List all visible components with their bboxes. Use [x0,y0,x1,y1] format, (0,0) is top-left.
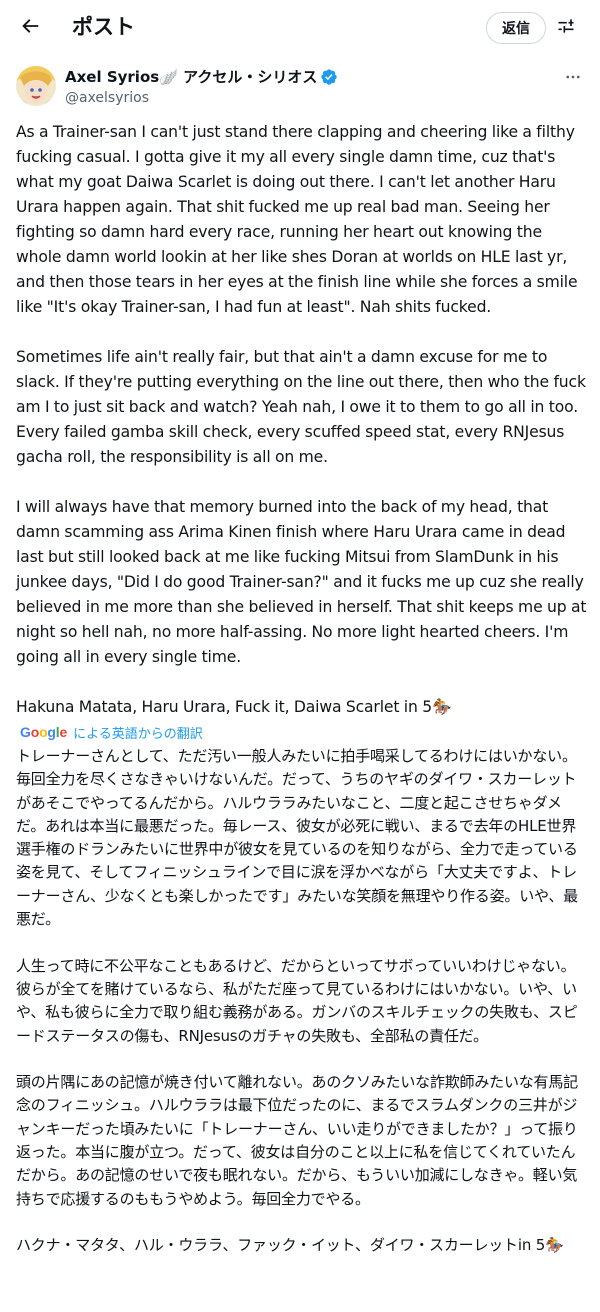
translated-by-label[interactable]: による英語からの翻訳 [73,723,203,742]
author-display-name[interactable]: Axel Syrios🪽 アクセル・シリオス [65,67,338,87]
settings-button[interactable] [552,14,580,42]
google-logo: Google [20,724,68,740]
more-button[interactable] [556,62,590,96]
translation-attribution[interactable]: Google による英語からの翻訳 [20,722,203,742]
reply-button[interactable]: 返信 [486,12,546,44]
sliders-icon [556,16,576,40]
post-author: Axel Syrios🪽 アクセル・シリオス @axelsyrios [0,60,600,116]
post-text: As a Trainer-san I can't just stand ther… [16,123,587,716]
back-button[interactable] [12,10,48,46]
author-name-text: Axel Syrios🪽 アクセル・シリオス [65,68,318,86]
arrow-left-icon [19,15,41,41]
top-app-bar: ポスト 返信 [0,0,600,56]
author-handle[interactable]: @axelsyrios [65,88,149,108]
translated-post-text: トレーナーさんとして、ただ汚い一般人みたいに拍手喝采してるわけにはいかない。毎回… [16,747,578,1255]
verified-badge-icon[interactable] [320,68,338,86]
avatar[interactable] [16,66,56,106]
more-horizontal-icon [564,68,582,90]
page-title: ポスト [72,15,135,39]
